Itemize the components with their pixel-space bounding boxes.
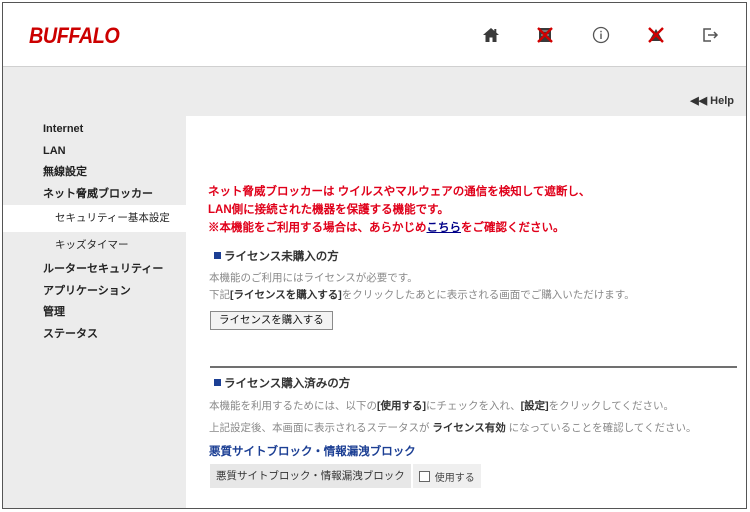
block-setting-label: 悪質サイトブロック・情報漏洩ブロック bbox=[210, 464, 411, 488]
main-panel: ネット脅威ブロッカーは ウイルスやマルウェアの通信を検知して遮断し、 LAN側に… bbox=[186, 116, 746, 508]
sidebar: Internet LAN 無線設定 ネット脅威ブロッカー セキュリティー基本設定… bbox=[3, 119, 189, 346]
sidebar-item-applications[interactable]: アプリケーション bbox=[3, 281, 187, 303]
sidebar-item-threat-blocker[interactable]: ネット脅威ブロッカー bbox=[3, 184, 187, 206]
alert-status-icon[interactable] bbox=[646, 25, 666, 45]
sidebar-item-kids-timer[interactable]: キッズタイマー bbox=[3, 232, 187, 259]
help-link[interactable]: ◀◀ Help bbox=[690, 94, 734, 107]
header: BUFFALO bbox=[3, 3, 746, 67]
sidebar-item-security-basic[interactable]: セキュリティー基本設定 bbox=[3, 205, 189, 232]
block-feature-heading: 悪質サイトブロック・情報漏洩ブロック bbox=[209, 446, 416, 458]
home-icon[interactable] bbox=[481, 25, 501, 45]
section-square-icon bbox=[214, 379, 221, 386]
section-unpurchased-title: ライセンス未購入の方 bbox=[214, 248, 339, 264]
purchase-license-button[interactable]: ライセンスを購入する bbox=[210, 311, 333, 330]
sidebar-item-management[interactable]: 管理 bbox=[3, 302, 187, 324]
notice-line-2: LAN側に接続された機器を保護する機能です。 bbox=[208, 204, 449, 216]
logout-icon[interactable] bbox=[700, 25, 720, 45]
browser-frame: BUFFALO ◀◀ Help Internet LAN 無線設定 ネット脅威ブ… bbox=[2, 2, 747, 509]
notice-line-3: ※本機能をご利用する場合は、あらかじめこちらをご確認ください。 bbox=[208, 222, 565, 234]
buffalo-logo[interactable]: BUFFALO bbox=[29, 23, 120, 49]
use-checkbox[interactable] bbox=[418, 470, 430, 482]
notice-line-1: ネット脅威ブロッカーは ウイルスやマルウェアの通信を検知して遮断し、 bbox=[208, 186, 591, 198]
sidebar-item-wireless[interactable]: 無線設定 bbox=[3, 162, 187, 184]
sidebar-item-lan[interactable]: LAN bbox=[3, 141, 187, 163]
block-setting-row: 悪質サイトブロック・情報漏洩ブロック 使用する bbox=[210, 464, 481, 488]
sidebar-item-status[interactable]: ステータス bbox=[3, 324, 187, 346]
cross-status-icon[interactable] bbox=[535, 25, 555, 45]
status-confirm-text: 上記設定後、本画面に表示されるステータスが ライセンス有効 になっていることを確… bbox=[209, 422, 697, 434]
purchase-instruction-text: 下記[ライセンスを購入する]をクリックしたあとに表示される画面でご購入いただけま… bbox=[209, 289, 635, 301]
license-required-text: 本機能のご利用にはライセンスが必要です。 bbox=[209, 272, 418, 284]
use-checkbox-label[interactable]: 使用する bbox=[435, 469, 475, 484]
section-purchased-title: ライセンス購入済みの方 bbox=[214, 375, 350, 391]
details-link[interactable]: こちら bbox=[427, 222, 462, 234]
sidebar-item-internet[interactable]: Internet bbox=[3, 119, 187, 141]
info-icon[interactable] bbox=[591, 25, 611, 45]
sidebar-item-router-security[interactable]: ルーターセキュリティー bbox=[3, 259, 187, 281]
section-divider bbox=[210, 366, 737, 368]
section-square-icon bbox=[214, 252, 221, 259]
enable-instruction-text: 本機能を利用するためには、以下の[使用する]にチェックを入れ、[設定]をクリック… bbox=[209, 400, 674, 412]
block-setting-cell: 使用する bbox=[412, 464, 481, 488]
feature-notice: ネット脅威ブロッカーは ウイルスやマルウェアの通信を検知して遮断し、 LAN側に… bbox=[208, 183, 738, 237]
